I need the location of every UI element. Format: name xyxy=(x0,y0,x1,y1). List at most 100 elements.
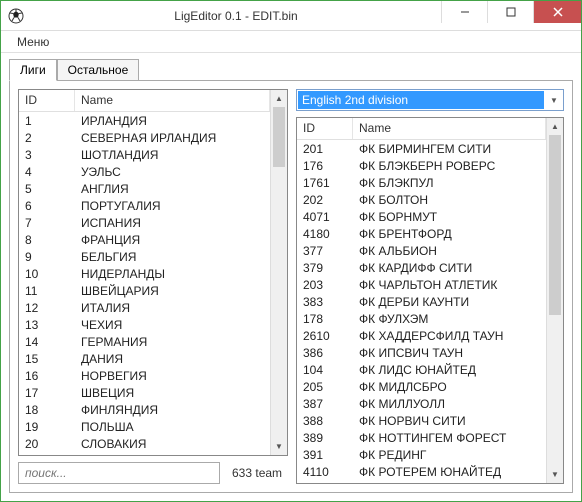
table-row[interactable]: 14ГЕРМАНИЯ xyxy=(19,333,270,350)
cell-id: 10 xyxy=(19,267,75,281)
table-row[interactable]: 11ШВЕЙЦАРИЯ xyxy=(19,282,270,299)
table-row[interactable]: 4110ФК РОТЕРЕМ ЮНАЙТЕД xyxy=(297,463,546,480)
close-button[interactable] xyxy=(533,1,581,23)
scroll-down-icon[interactable]: ▼ xyxy=(271,438,287,455)
table-row[interactable]: 8ФРАНЦИЯ xyxy=(19,231,270,248)
cell-name: ГЕРМАНИЯ xyxy=(75,335,270,349)
table-row[interactable]: 6ПОРТУГАЛИЯ xyxy=(19,197,270,214)
cell-name: ИРЛАНДИЯ xyxy=(75,114,270,128)
table-row[interactable]: 7ИСПАНИЯ xyxy=(19,214,270,231)
cell-name: СЕВЕРНАЯ ИРЛАНДИЯ xyxy=(75,131,270,145)
column-header-id[interactable]: ID xyxy=(297,118,353,139)
cell-name: ИСПАНИЯ xyxy=(75,216,270,230)
cell-id: 4071 xyxy=(297,210,353,224)
table-row[interactable]: 16НОРВЕГИЯ xyxy=(19,367,270,384)
division-combobox[interactable]: English 2nd division ▼ xyxy=(296,89,564,111)
table-row[interactable]: 203ФК ЧАРЛЬТОН АТЛЕТИК xyxy=(297,276,546,293)
listview-header: ID Name xyxy=(297,118,546,140)
cell-name: ФК МИДЛСБРО xyxy=(353,380,546,394)
table-row[interactable]: 10НИДЕРЛАНДЫ xyxy=(19,265,270,282)
cell-id: 20 xyxy=(19,437,75,451)
cell-name: ФК КАРДИФФ СИТИ xyxy=(353,261,546,275)
scroll-up-icon[interactable]: ▲ xyxy=(271,90,287,107)
column-header-id[interactable]: ID xyxy=(19,90,75,111)
table-row[interactable]: 2СЕВЕРНАЯ ИРЛАНДИЯ xyxy=(19,129,270,146)
scroll-thumb[interactable] xyxy=(273,107,285,167)
cell-id: 203 xyxy=(297,278,353,292)
table-row[interactable]: 15ДАНИЯ xyxy=(19,350,270,367)
minimize-button[interactable] xyxy=(441,1,487,23)
scroll-thumb[interactable] xyxy=(549,135,561,315)
cell-name: ФК ХАДДЕРСФИЛД ТАУН xyxy=(353,329,546,343)
scroll-up-icon[interactable]: ▲ xyxy=(547,118,563,135)
cell-name: ФК ФУЛХЭМ xyxy=(353,312,546,326)
maximize-button[interactable] xyxy=(487,1,533,23)
table-row[interactable]: 4071ФК БОРНМУТ xyxy=(297,208,546,225)
cell-id: 16 xyxy=(19,369,75,383)
scrollbar[interactable]: ▲ ▼ xyxy=(270,90,287,455)
cell-id: 386 xyxy=(297,346,353,360)
table-row[interactable]: 12ИТАЛИЯ xyxy=(19,299,270,316)
table-row[interactable]: 386ФК ИПСВИЧ ТАУН xyxy=(297,344,546,361)
cell-name: ФК РЕДИНГ xyxy=(353,448,546,462)
teams-listview[interactable]: ID Name 201ФК БИРМИНГЕМ СИТИ176ФК БЛЭКБЕ… xyxy=(296,117,564,484)
tab-other[interactable]: Остальное xyxy=(57,59,140,81)
table-row[interactable]: 3ШОТЛАНДИЯ xyxy=(19,146,270,163)
cell-name: НОРВЕГИЯ xyxy=(75,369,270,383)
cell-name: ФК МИЛЛУОЛЛ xyxy=(353,397,546,411)
cell-id: 14 xyxy=(19,335,75,349)
table-row[interactable]: 377ФК АЛЬБИОН xyxy=(297,242,546,259)
tab-leagues[interactable]: Лиги xyxy=(9,59,57,81)
menu-main[interactable]: Меню xyxy=(9,33,57,51)
table-row[interactable]: 1ИРЛАНДИЯ xyxy=(19,112,270,129)
table-row[interactable]: 104ФК ЛИДС ЮНАЙТЕД xyxy=(297,361,546,378)
table-row[interactable]: 4УЭЛЬС xyxy=(19,163,270,180)
table-row[interactable]: 387ФК МИЛЛУОЛЛ xyxy=(297,395,546,412)
right-pane: English 2nd division ▼ ID Name 201ФК БИР… xyxy=(296,89,564,484)
table-row[interactable]: 20СЛОВАКИЯ xyxy=(19,435,270,452)
maximize-icon xyxy=(506,7,516,17)
table-row[interactable]: 391ФК РЕДИНГ xyxy=(297,446,546,463)
table-row[interactable]: 389ФК НОТТИНГЕМ ФОРЕСТ xyxy=(297,429,546,446)
search-row: 633 team xyxy=(18,462,288,484)
table-row[interactable]: 4180ФК БРЕНТФОРД xyxy=(297,225,546,242)
column-header-name[interactable]: Name xyxy=(75,90,270,111)
cell-name: ШВЕЙЦАРИЯ xyxy=(75,284,270,298)
table-row[interactable]: 388ФК НОРВИЧ СИТИ xyxy=(297,412,546,429)
leagues-listview[interactable]: ID Name 1ИРЛАНДИЯ2СЕВЕРНАЯ ИРЛАНДИЯ3ШОТЛ… xyxy=(18,89,288,456)
scrollbar[interactable]: ▲ ▼ xyxy=(546,118,563,483)
table-row[interactable]: 17ШВЕЦИЯ xyxy=(19,384,270,401)
cell-name: ФК БИРМИНГЕМ СИТИ xyxy=(353,142,546,156)
table-row[interactable]: 2610ФК ХАДДЕРСФИЛД ТАУН xyxy=(297,327,546,344)
tab-label: Лиги xyxy=(20,63,46,77)
table-row[interactable]: 176ФК БЛЭКБЕРН РОВЕРС xyxy=(297,157,546,174)
titlebar[interactable]: LigEditor 0.1 - EDIT.bin xyxy=(1,1,581,31)
cell-name: ШОТЛАНДИЯ xyxy=(75,148,270,162)
close-icon xyxy=(553,7,563,17)
search-input[interactable] xyxy=(18,462,220,484)
cell-id: 202 xyxy=(297,193,353,207)
table-row[interactable]: 13ЧЕХИЯ xyxy=(19,316,270,333)
table-row[interactable]: 379ФК КАРДИФФ СИТИ xyxy=(297,259,546,276)
table-row[interactable]: 5АНГЛИЯ xyxy=(19,180,270,197)
table-row[interactable]: 9БЕЛЬГИЯ xyxy=(19,248,270,265)
cell-name: ФК НОРВИЧ СИТИ xyxy=(353,414,546,428)
table-row[interactable]: 18ФИНЛЯНДИЯ xyxy=(19,401,270,418)
cell-id: 176 xyxy=(297,159,353,173)
cell-name: ПОЛЬША xyxy=(75,420,270,434)
table-row[interactable]: 201ФК БИРМИНГЕМ СИТИ xyxy=(297,140,546,157)
table-row[interactable]: 205ФК МИДЛСБРО xyxy=(297,378,546,395)
cell-id: 4180 xyxy=(297,227,353,241)
table-row[interactable]: 178ФК ФУЛХЭМ xyxy=(297,310,546,327)
scroll-down-icon[interactable]: ▼ xyxy=(547,466,563,483)
tab-label: Остальное xyxy=(68,63,129,77)
cell-id: 6 xyxy=(19,199,75,213)
window-title: LigEditor 0.1 - EDIT.bin xyxy=(31,9,441,23)
cell-id: 1761 xyxy=(297,176,353,190)
table-row[interactable]: 383ФК ДЕРБИ КАУНТИ xyxy=(297,293,546,310)
table-row[interactable]: 1761ФК БЛЭКПУЛ xyxy=(297,174,546,191)
column-header-name[interactable]: Name xyxy=(353,118,546,139)
tab-panel: ID Name 1ИРЛАНДИЯ2СЕВЕРНАЯ ИРЛАНДИЯ3ШОТЛ… xyxy=(9,80,573,493)
table-row[interactable]: 19ПОЛЬША xyxy=(19,418,270,435)
table-row[interactable]: 202ФК БОЛТОН xyxy=(297,191,546,208)
